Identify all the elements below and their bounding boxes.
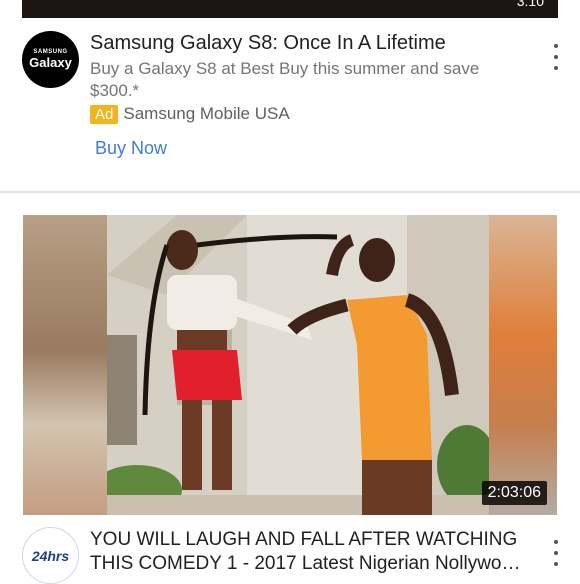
thumbnail-blur-left [23, 215, 107, 515]
ad-meta: Ad Samsung Mobile USA [90, 104, 290, 124]
menu-dot [554, 66, 558, 70]
ad-description: Buy a Galaxy S8 at Best Buy this summer … [90, 59, 480, 100]
video-title[interactable]: YOU WILL LAUGH AND FALL AFTER WATCHING T… [90, 528, 530, 576]
thumbnail-photo [92, 215, 497, 515]
menu-dot [554, 55, 558, 59]
buy-now-button[interactable]: Buy Now [95, 138, 167, 159]
thumbnail-blur-right [489, 215, 557, 515]
menu-dot [554, 540, 558, 544]
more-vert-icon[interactable] [550, 44, 562, 70]
ad-title[interactable]: Samsung Galaxy S8: Once In A Lifetime [90, 30, 530, 56]
ad-card[interactable]: SAMSUNG Galaxy Samsung Galaxy S8: Once I… [0, 18, 580, 191]
avatar-product-line: Galaxy [29, 55, 72, 70]
video-duration-badge: 2:03:06 [481, 481, 547, 505]
channel-logo-text: 24hrs [31, 547, 70, 564]
more-vert-icon[interactable] [550, 540, 562, 566]
samsung-galaxy-avatar[interactable]: SAMSUNG Galaxy [22, 31, 79, 88]
ad-badge: Ad [90, 104, 119, 124]
menu-dot [554, 551, 558, 555]
thumbnail-scene-illustration [92, 215, 497, 515]
previous-video-duration: 3:10 [516, 0, 544, 9]
menu-dot [554, 44, 558, 48]
section-divider [0, 191, 580, 193]
menu-dot [554, 562, 558, 566]
video-thumbnail[interactable]: 2:03:06 [23, 215, 557, 515]
previous-video-thumbnail[interactable]: 3:10 [22, 0, 558, 18]
ad-channel-name: Samsung Mobile USA [123, 104, 290, 123]
channel-avatar[interactable]: 24hrs [22, 527, 79, 584]
